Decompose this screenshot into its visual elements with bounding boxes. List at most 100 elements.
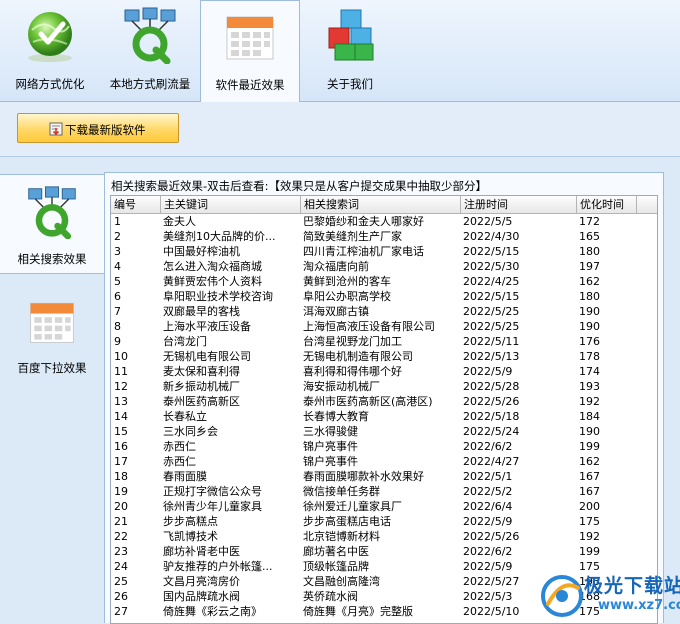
column-header[interactable]: 注册时间 bbox=[461, 196, 577, 213]
tab-local-traffic[interactable]: 本地方式刷流量 bbox=[100, 0, 200, 100]
table-header: 编号 主关键词 相关搜索词 注册时间 优化时间 bbox=[111, 196, 657, 214]
column-header[interactable]: 编号 bbox=[111, 196, 161, 213]
table-cell: 简致美缝剂生产厂家 bbox=[303, 230, 402, 243]
globe-check-icon bbox=[28, 12, 72, 62]
side-item-related-search[interactable]: 相关搜索效果 bbox=[0, 174, 105, 274]
table-cell: 台湾星视野龙门加工 bbox=[303, 335, 402, 348]
table-row[interactable]: 22 飞凯博技术 北京铠博新材料 2022/5/26 192 bbox=[111, 529, 657, 544]
table-cell: 2022/5/15 bbox=[463, 245, 520, 258]
table-cell: 2022/4/30 bbox=[463, 230, 520, 243]
table-cell: 2022/6/2 bbox=[463, 440, 513, 453]
watermark-brand: 极光下载站 bbox=[584, 575, 680, 597]
table-cell: 阜阳公办职高学校 bbox=[303, 290, 391, 303]
table-row[interactable]: 2 美缝剂10大品牌的价... 简致美缝剂生产厂家 2022/4/30 165 bbox=[111, 229, 657, 244]
table-row[interactable]: 13 泰州医药高新区 泰州市医药高新区(高港区) 2022/5/26 192 bbox=[111, 394, 657, 409]
table-cell: 26 bbox=[114, 590, 128, 603]
column-header[interactable]: 相关搜索词 bbox=[301, 196, 461, 213]
table-cell: 长春私立 bbox=[163, 410, 207, 423]
table-cell: 162 bbox=[579, 455, 600, 468]
table-cell: 12 bbox=[114, 380, 128, 393]
table-row[interactable]: 9 台湾龙门 台湾星视野龙门加工 2022/5/11 176 bbox=[111, 334, 657, 349]
watermark-url: www.xz7.com bbox=[598, 598, 680, 613]
table-cell: 台湾龙门 bbox=[163, 335, 207, 348]
panel-title: 相关搜索最近效果-双击后查看:【效果只是从客户提交成果中抽取少部分】 bbox=[111, 179, 488, 193]
table-cell: 泰州市医药高新区(高港区) bbox=[303, 395, 433, 408]
tab-label: 网络方式优化 bbox=[15, 77, 85, 91]
table-row[interactable]: 8 上海水平液压设备 上海恒高液压设备有限公司 2022/5/25 190 bbox=[111, 319, 657, 334]
table-cell: 167 bbox=[579, 485, 600, 498]
table-cell: 2022/4/27 bbox=[463, 455, 520, 468]
tab-recent-effects[interactable]: 软件最近效果 bbox=[200, 0, 300, 102]
table-cell: 175 bbox=[579, 515, 600, 528]
table-row[interactable]: 7 双廊最早的客栈 洱海双廊古镇 2022/5/25 190 bbox=[111, 304, 657, 319]
table-row[interactable]: 1 金夫人 巴黎婚纱和金夫人哪家好 2022/5/5 172 bbox=[111, 214, 657, 229]
table-row[interactable]: 4 怎么进入淘众福商城 淘众福唐向前 2022/5/30 197 bbox=[111, 259, 657, 274]
table-cell: 14 bbox=[114, 410, 128, 423]
table-cell: 2022/5/15 bbox=[463, 290, 520, 303]
table-row[interactable]: 6 阜阳职业技术学校咨询 阜阳公办职高学校 2022/5/15 180 bbox=[111, 289, 657, 304]
table-row[interactable]: 16 赤西仁 锦户亮事件 2022/6/2 199 bbox=[111, 439, 657, 454]
top-tab-bar: 网络方式优化 本地方式刷流量 软件最近效果 关于我们 bbox=[0, 0, 680, 102]
table-cell: 洱海双廊古镇 bbox=[303, 305, 369, 318]
table-cell: 无锡机电有限公司 bbox=[163, 350, 251, 363]
table-cell: 上海恒高液压设备有限公司 bbox=[303, 320, 435, 333]
network-q-icon bbox=[124, 7, 176, 64]
table-row[interactable]: 19 正规打字微信公众号 微信接单任务群 2022/5/2 167 bbox=[111, 484, 657, 499]
watermark-logo-icon bbox=[541, 575, 583, 617]
table-cell: 27 bbox=[114, 605, 128, 618]
table-cell: 四川青江榨油机厂家电话 bbox=[303, 245, 424, 258]
side-item-baidu-dropdown[interactable]: 百度下拉效果 bbox=[0, 284, 104, 384]
table-cell: 9 bbox=[114, 335, 121, 348]
table-row[interactable]: 3 中国最好榨油机 四川青江榨油机厂家电话 2022/5/15 180 bbox=[111, 244, 657, 259]
table-row[interactable]: 21 步步高糕点 步步高蛋糕店电话 2022/5/9 175 bbox=[111, 514, 657, 529]
results-table[interactable]: 编号 主关键词 相关搜索词 注册时间 优化时间 1 金夫人 巴黎婚纱和金夫人哪家好 2… bbox=[110, 195, 658, 624]
table-cell: 2022/5/2 bbox=[463, 485, 513, 498]
table-cell: 淘众福唐向前 bbox=[303, 260, 369, 273]
table-cell: 美缝剂10大品牌的价... bbox=[163, 230, 276, 243]
table-cell: 2022/5/18 bbox=[463, 410, 520, 423]
side-item-label: 相关搜索效果 bbox=[17, 252, 87, 266]
table-cell: 197 bbox=[579, 260, 600, 273]
download-latest-button[interactable]: 下载最新版软件 bbox=[17, 113, 179, 143]
tab-network-optimize[interactable]: 网络方式优化 bbox=[0, 0, 100, 100]
column-header[interactable]: 优化时间 bbox=[577, 196, 637, 213]
table-cell: 2022/5/5 bbox=[463, 215, 513, 228]
table-row[interactable]: 11 麦太保和喜利得 喜利得和得伟哪个好 2022/5/9 174 bbox=[111, 364, 657, 379]
table-cell: 199 bbox=[579, 545, 600, 558]
table-cell: 172 bbox=[579, 215, 600, 228]
table-cell: 190 bbox=[579, 425, 600, 438]
table-row[interactable]: 17 赤西仁 锦户亮事件 2022/4/27 162 bbox=[111, 454, 657, 469]
table-cell: 180 bbox=[579, 290, 600, 303]
table-cell: 英侨疏水阀 bbox=[303, 590, 358, 603]
table-cell: 180 bbox=[579, 245, 600, 258]
column-header-filler bbox=[637, 196, 657, 213]
table-cell: 190 bbox=[579, 320, 600, 333]
table-row[interactable]: 10 无锡机电有限公司 无锡电机制造有限公司 2022/5/13 178 bbox=[111, 349, 657, 364]
tab-about-us[interactable]: 关于我们 bbox=[300, 0, 400, 100]
column-header[interactable]: 主关键词 bbox=[161, 196, 301, 213]
table-cell: 三水得骏健 bbox=[303, 425, 358, 438]
table-row[interactable]: 14 长春私立 长春博大教育 2022/5/18 184 bbox=[111, 409, 657, 424]
table-cell: 2022/5/28 bbox=[463, 380, 520, 393]
table-row[interactable]: 12 新乡振动机械厂 海安振动机械厂 2022/5/28 193 bbox=[111, 379, 657, 394]
table-cell: 15 bbox=[114, 425, 128, 438]
table-cell: 无锡电机制造有限公司 bbox=[303, 350, 413, 363]
table-cell: 怎么进入淘众福商城 bbox=[163, 260, 262, 273]
tab-label: 关于我们 bbox=[327, 77, 373, 91]
table-row[interactable]: 15 三水同乡会 三水得骏健 2022/5/24 190 bbox=[111, 424, 657, 439]
table-row[interactable]: 20 徐州青少年儿童家具 徐州爱迁儿童家具厂 2022/6/4 200 bbox=[111, 499, 657, 514]
table-cell: 倚旌舞《月亮》完整版 bbox=[303, 605, 413, 618]
table-cell: 190 bbox=[579, 305, 600, 318]
table-cell: 赤西仁 bbox=[163, 455, 196, 468]
tab-label: 软件最近效果 bbox=[215, 78, 285, 92]
table-cell: 微信接单任务群 bbox=[303, 485, 380, 498]
table-row[interactable]: 5 黄鲜贾宏伟个人资料 黄鲜到沧州的客车 2022/4/25 162 bbox=[111, 274, 657, 289]
table-row[interactable]: 23 廊坊补肾老中医 廊坊著名中医 2022/6/2 199 bbox=[111, 544, 657, 559]
table-cell: 2022/5/1 bbox=[463, 470, 513, 483]
table-row[interactable]: 18 春雨面膜 春雨面膜哪款补水效果好 2022/5/1 167 bbox=[111, 469, 657, 484]
table-cell: 5 bbox=[114, 275, 121, 288]
table-cell: 192 bbox=[579, 530, 600, 543]
table-cell: 喜利得和得伟哪个好 bbox=[303, 365, 402, 378]
table-cell: 文昌月亮湾房价 bbox=[163, 575, 240, 588]
table-cell: 2022/5/9 bbox=[463, 365, 513, 378]
